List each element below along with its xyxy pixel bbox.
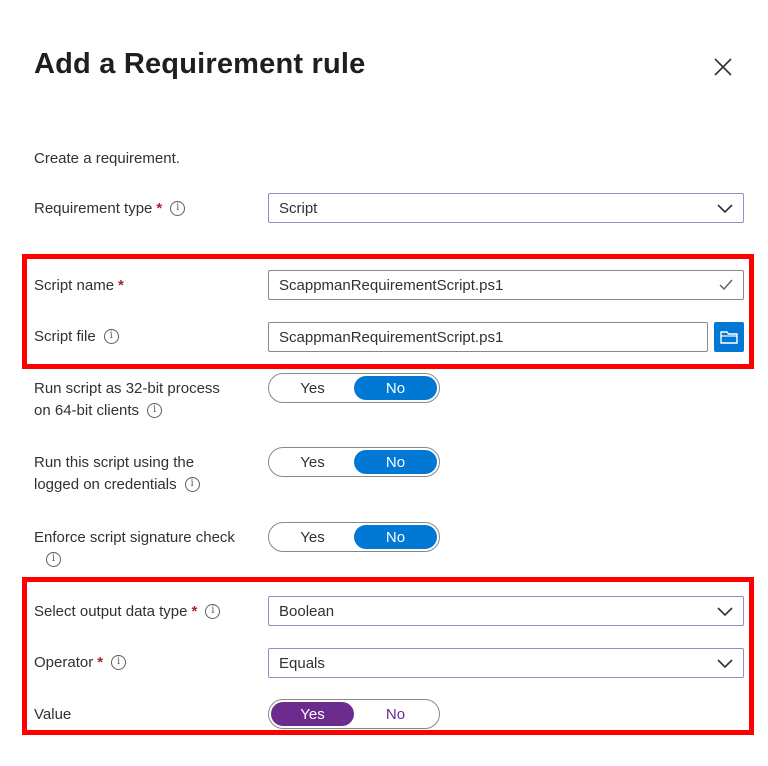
info-icon[interactable]: i	[103, 328, 119, 344]
toggle-yes-option[interactable]: Yes	[271, 525, 354, 549]
operator-dropdown[interactable]: Equals	[268, 648, 744, 678]
folder-icon	[720, 331, 738, 344]
form-description: Create a requirement.	[34, 150, 180, 167]
toggle-yes-option[interactable]: Yes	[271, 450, 354, 474]
toggle-no-option[interactable]: No	[354, 525, 437, 549]
info-icon[interactable]: i	[184, 476, 200, 492]
script-file-label: Script file i	[34, 326, 119, 348]
info-icon[interactable]: i	[111, 654, 127, 670]
run-logged-on-toggle[interactable]: Yes No	[268, 447, 440, 477]
close-icon[interactable]	[712, 56, 734, 78]
info-icon[interactable]: i	[205, 603, 221, 619]
toggle-yes-option[interactable]: Yes	[271, 376, 354, 400]
requirement-type-dropdown[interactable]: Script	[268, 193, 744, 223]
requirement-type-label: Requirement type * i	[34, 198, 186, 220]
operator-label: Operator * i	[34, 652, 127, 674]
toggle-no-option[interactable]: No	[354, 376, 437, 400]
required-marker: *	[156, 200, 163, 217]
toggle-no-option[interactable]: No	[354, 702, 437, 726]
run-logged-on-label: Run this script using the logged on cred…	[34, 452, 200, 496]
script-name-label: Script name *	[34, 277, 124, 294]
required-marker: *	[191, 603, 198, 620]
toggle-yes-option[interactable]: Yes	[271, 702, 354, 726]
panel-title: Add a Requirement rule	[34, 48, 366, 80]
output-data-type-dropdown[interactable]: Boolean	[268, 596, 744, 626]
chevron-down-icon	[717, 204, 733, 214]
enforce-signature-toggle[interactable]: Yes No	[268, 522, 440, 552]
info-icon[interactable]: i	[46, 551, 61, 567]
toggle-no-option[interactable]: No	[354, 450, 437, 474]
chevron-down-icon	[717, 659, 733, 669]
run-32bit-label: Run script as 32-bit process on 64-bit c…	[34, 380, 220, 419]
value-toggle[interactable]: Yes No	[268, 699, 440, 729]
info-icon[interactable]: i	[170, 200, 186, 216]
run-32bit-toggle[interactable]: Yes No	[268, 373, 440, 403]
checkmark-icon	[719, 279, 733, 291]
browse-file-button[interactable]	[714, 322, 744, 352]
chevron-down-icon	[717, 607, 733, 617]
enforce-signature-label: Enforce script signature check i	[34, 527, 235, 571]
required-marker: *	[97, 654, 104, 671]
script-name-input[interactable]: ScappmanRequirementScript.ps1	[268, 270, 744, 300]
value-label: Value	[34, 706, 72, 723]
output-data-type-label: Select output data type * i	[34, 601, 221, 623]
required-marker: *	[118, 277, 124, 294]
info-icon[interactable]: i	[147, 402, 163, 418]
script-file-input[interactable]: ScappmanRequirementScript.ps1	[268, 322, 708, 352]
